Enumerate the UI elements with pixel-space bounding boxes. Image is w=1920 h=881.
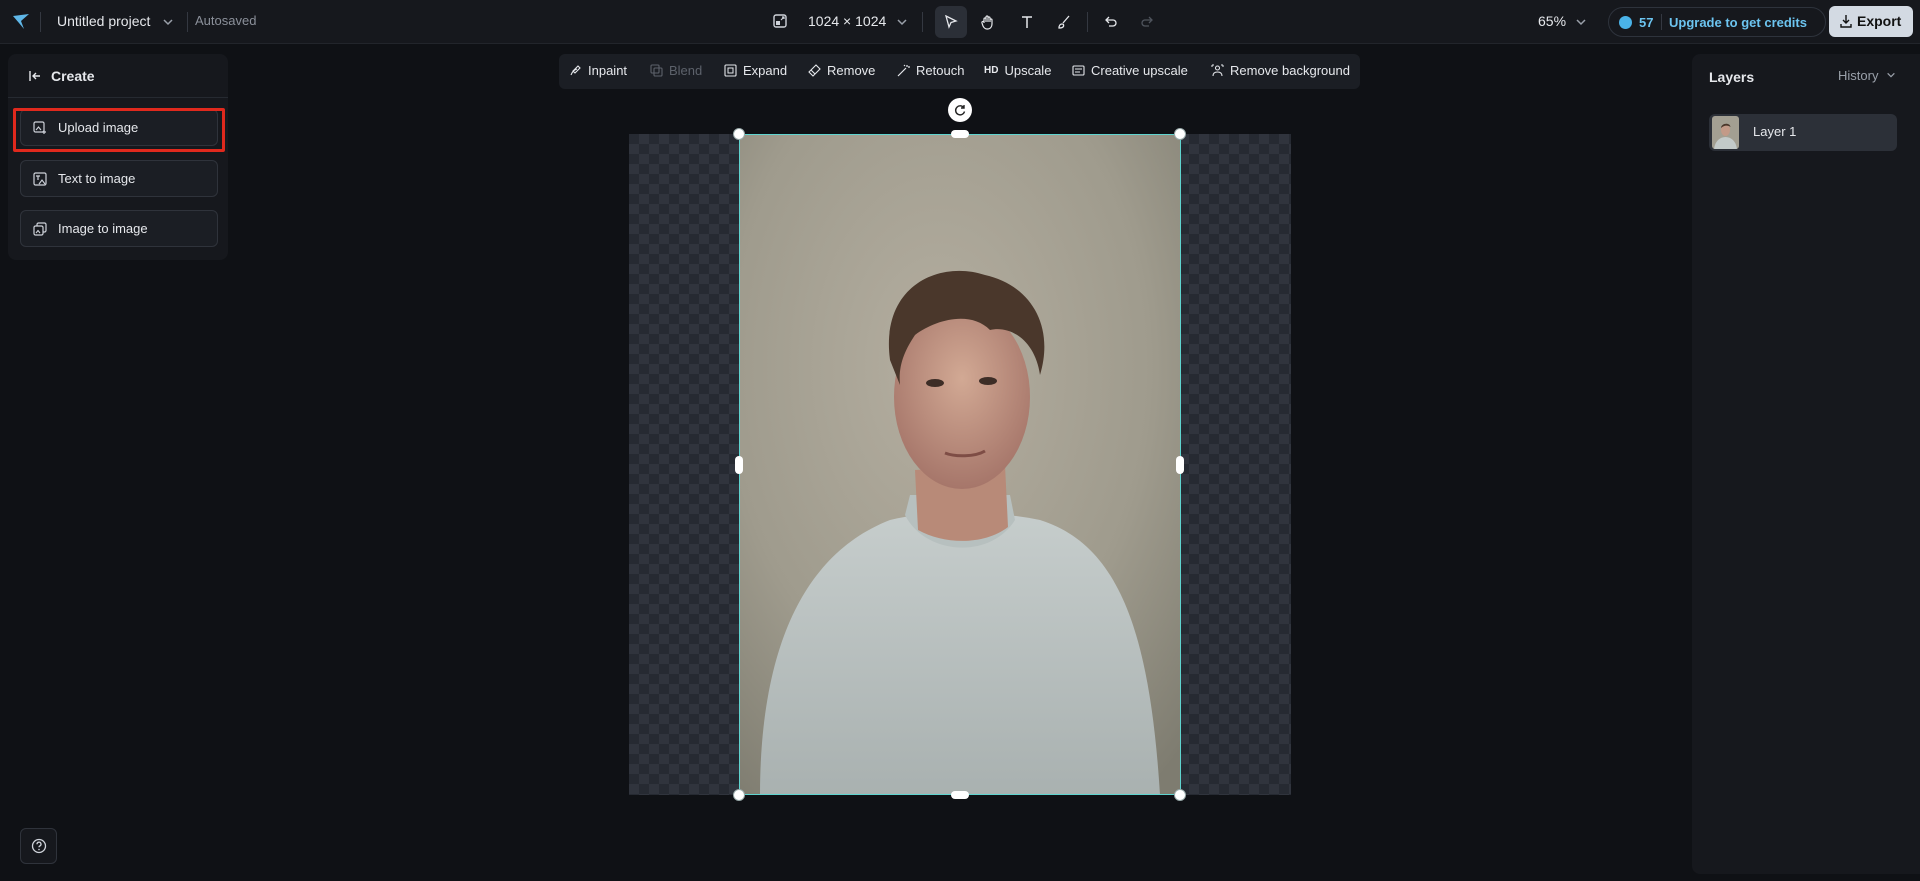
remove-background-icon	[1211, 64, 1224, 77]
resize-handle-top-left[interactable]	[733, 128, 745, 140]
export-button[interactable]: Export	[1829, 6, 1913, 37]
resize-handle-left[interactable]	[735, 456, 743, 474]
text-to-image-button[interactable]: Text to image	[20, 160, 218, 197]
upload-image-highlight-box	[13, 108, 225, 152]
zoom-level[interactable]: 65%	[1538, 13, 1566, 29]
export-label: Export	[1857, 13, 1902, 29]
resize-handle-top[interactable]	[951, 130, 969, 138]
cursor-arrow-icon	[945, 15, 958, 29]
paintbrush-icon	[1058, 15, 1070, 29]
top-bar: Untitled project Autosaved 1024 × 1024 6…	[0, 0, 1920, 44]
creative-upscale-icon	[1072, 65, 1085, 76]
resize-handle-bottom-right[interactable]	[1174, 789, 1186, 801]
creative-upscale-button[interactable]: Creative upscale	[1072, 63, 1188, 78]
image-to-image-label: Image to image	[58, 221, 148, 236]
size-separator: ×	[843, 13, 852, 29]
remove-label: Remove	[827, 63, 876, 78]
history-dropdown[interactable]: History	[1838, 68, 1896, 83]
pan-tool-button[interactable]	[972, 6, 1004, 38]
text-t-icon	[1022, 16, 1032, 28]
resize-handle-bottom-left[interactable]	[733, 789, 745, 801]
create-panel-header[interactable]: Create	[8, 54, 228, 98]
text-to-image-icon	[33, 172, 47, 186]
resize-canvas-icon[interactable]	[772, 13, 788, 29]
resize-handle-right[interactable]	[1176, 456, 1184, 474]
hand-icon	[981, 15, 993, 30]
back-arrow-icon	[29, 71, 40, 81]
inpaint-icon	[570, 65, 581, 76]
layers-panel: Layers History Layer 1	[1692, 54, 1920, 874]
layer-name: Layer 1	[1753, 124, 1797, 139]
canvas-width: 1024	[808, 13, 840, 29]
undo-icon	[1105, 16, 1117, 27]
help-button[interactable]	[20, 828, 57, 864]
blend-label: Blend	[669, 63, 703, 78]
canvas-height: 1024	[855, 13, 887, 29]
resize-handle-top-right[interactable]	[1174, 128, 1186, 140]
credit-coin-icon	[1619, 16, 1632, 29]
remove-background-label: Remove background	[1230, 63, 1350, 78]
app-logo-icon[interactable]	[12, 12, 30, 30]
hd-badge: HD	[984, 65, 999, 76]
redo-button[interactable]	[1131, 6, 1163, 38]
upscale-label: Upscale	[1004, 63, 1052, 78]
inpaint-button[interactable]: Inpaint	[569, 63, 627, 78]
layer-item[interactable]: Layer 1	[1709, 114, 1897, 151]
blend-button[interactable]: Blend	[650, 63, 702, 78]
inpaint-label: Inpaint	[588, 63, 628, 78]
remove-button[interactable]: Remove	[808, 63, 875, 78]
canvas-image-layer[interactable]	[739, 134, 1181, 795]
help-question-icon	[31, 838, 46, 854]
canvas-size[interactable]: 1024 × 1024	[808, 13, 886, 29]
retouch-label: Retouch	[916, 63, 965, 78]
magic-wand-icon	[897, 64, 910, 77]
divider	[922, 12, 923, 32]
divider	[1661, 14, 1662, 30]
undo-button[interactable]	[1095, 6, 1127, 38]
select-tool-button[interactable]	[935, 6, 967, 38]
expand-label: Expand	[743, 63, 788, 78]
blend-icon	[650, 64, 663, 77]
rotate-icon	[954, 105, 966, 116]
upgrade-label: Upgrade to get credits	[1669, 15, 1807, 30]
remove-background-button[interactable]: Remove background	[1211, 63, 1350, 78]
image-to-image-icon	[33, 222, 47, 236]
portrait-photo	[740, 135, 1180, 794]
expand-button[interactable]: Expand	[724, 63, 787, 78]
download-icon	[1840, 15, 1852, 28]
zoom-chevron-down-icon[interactable]	[1575, 16, 1587, 28]
history-label: History	[1838, 68, 1879, 83]
resize-handle-bottom[interactable]	[951, 791, 969, 799]
create-panel: Create Upload image Text to image Image …	[8, 54, 228, 260]
redo-icon	[1141, 16, 1153, 27]
project-menu-chevron-down-icon[interactable]	[162, 16, 174, 28]
save-status: Autosaved	[195, 13, 257, 28]
layer-thumbnail	[1712, 116, 1739, 149]
create-panel-title: Create	[51, 68, 95, 84]
divider	[40, 12, 41, 32]
creative-upscale-label: Creative upscale	[1091, 63, 1188, 78]
brush-tool-button[interactable]	[1048, 6, 1080, 38]
rotate-handle[interactable]	[948, 98, 972, 122]
credit-count: 57	[1639, 15, 1654, 30]
divider	[1087, 12, 1088, 32]
credits-upgrade-button[interactable]: 57 Upgrade to get credits	[1608, 7, 1826, 37]
text-tool-button[interactable]	[1011, 6, 1043, 38]
retouch-button[interactable]: Retouch	[897, 63, 964, 78]
project-title[interactable]: Untitled project	[57, 13, 150, 29]
history-chevron-down-icon	[1887, 72, 1895, 78]
edit-toolbar: Inpaint Blend Expand Remove Retouch HD U…	[559, 54, 1360, 89]
image-to-image-button[interactable]: Image to image	[20, 210, 218, 247]
text-to-image-label: Text to image	[58, 171, 136, 186]
upscale-button[interactable]: HD Upscale	[984, 63, 1051, 78]
layers-title: Layers	[1709, 69, 1755, 85]
divider	[187, 12, 188, 32]
eraser-icon	[808, 64, 821, 77]
canvas-size-chevron-down-icon[interactable]	[896, 16, 908, 28]
expand-icon	[724, 64, 737, 77]
